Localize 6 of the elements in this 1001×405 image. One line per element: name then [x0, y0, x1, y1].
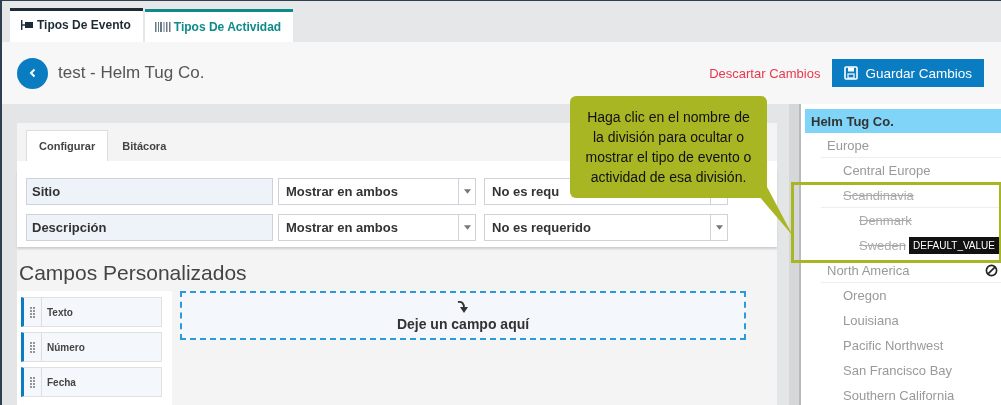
tooltip: DEFAULT_VALUE [909, 237, 999, 254]
field-name: Sitio [26, 178, 273, 205]
field-name: Descripción [26, 214, 273, 241]
callout-tooltip: Haga clic en el nombre de la división para ocultar o mostrar el tipo de evento o actividad de esa división. [570, 96, 767, 198]
section-heading: Campos Personalizados [18, 261, 248, 285]
page-title: test - Helm Tug Co. [58, 63, 205, 83]
